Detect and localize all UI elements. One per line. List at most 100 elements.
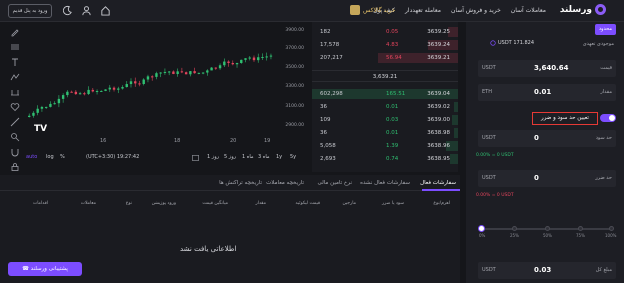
- candle-body: [91, 89, 95, 92]
- bid-row[interactable]: 109 0.03 3639.00: [312, 114, 458, 126]
- bid-row[interactable]: 36 0.01 3638.98: [312, 127, 458, 139]
- scale-auto-button[interactable]: auto: [26, 154, 37, 160]
- tab-inactive-orders[interactable]: سفارشات فعال نشده: [360, 180, 410, 186]
- candle-body: [125, 84, 128, 88]
- nav-link-easy-buy-sell[interactable]: خرید و فروش آسان: [451, 7, 501, 14]
- candle-body: [112, 87, 116, 90]
- range-3m-button[interactable]: 3 ماه: [258, 154, 270, 160]
- time-axis: 16 18 20 19: [24, 138, 304, 146]
- time-tick: 18: [174, 138, 181, 144]
- old-panel-login-button[interactable]: ورود به پنل قدیم: [8, 4, 52, 18]
- candle-body: [83, 93, 86, 95]
- chart-drawing-toolbar: [6, 22, 24, 172]
- candle-body: [57, 98, 61, 104]
- bid-amount: 109: [320, 117, 331, 123]
- tab-open-orders[interactable]: سفارشات فعال: [420, 180, 456, 186]
- calendar-icon[interactable]: [192, 154, 199, 161]
- price-tick: 3300.00: [285, 84, 304, 89]
- pattern-icon[interactable]: [10, 72, 20, 82]
- user-icon[interactable]: [81, 5, 92, 16]
- price-field[interactable]: USDT 3,640.64 قیمت: [478, 60, 616, 77]
- slider-label: 75%: [576, 233, 585, 238]
- buy-galax-link[interactable]: خرید گالاکس: [350, 5, 395, 15]
- measure-icon[interactable]: [10, 87, 20, 97]
- ask-row[interactable]: 207,217 56.94 3639.21: [312, 52, 458, 64]
- bid-amount: 2,693: [320, 156, 336, 162]
- range-5y-button[interactable]: 5y: [290, 154, 296, 160]
- bid-row[interactable]: 36 0.01 3639.02: [312, 101, 458, 113]
- candle-body: [248, 57, 251, 59]
- bid-row[interactable]: 2,693 0.74 3638.95: [312, 153, 458, 165]
- candle-body: [146, 76, 150, 80]
- bid-price: 3639.02: [427, 104, 450, 110]
- bid-row[interactable]: 5,058 1.39 3638.96: [312, 140, 458, 152]
- slider-step[interactable]: [578, 226, 583, 231]
- candle-body: [180, 71, 184, 73]
- ask-row[interactable]: 182 0.05 3639.25: [312, 26, 458, 38]
- brand-mark-icon: [595, 4, 606, 15]
- tab-funding-rate[interactable]: نرخ تامین مالی: [318, 180, 353, 186]
- price-chart[interactable]: TV: [24, 22, 306, 150]
- tp-sl-label: تعیین حد سود و ضرر: [532, 112, 598, 125]
- price-tick: 2900.00: [285, 123, 304, 128]
- pencil-icon[interactable]: [10, 27, 20, 37]
- moon-icon[interactable]: [62, 5, 73, 16]
- slider-knob[interactable]: [478, 225, 485, 232]
- slider-step[interactable]: [512, 226, 517, 231]
- bid-price: 3639.04: [427, 91, 450, 97]
- bid-amount: 36: [320, 130, 327, 136]
- ruler-icon[interactable]: [10, 117, 20, 127]
- brand-logo[interactable]: ورسلند: [560, 4, 606, 15]
- scale-percent-button[interactable]: %: [60, 154, 65, 160]
- balance-label: موجودی تعهدی: [582, 41, 614, 47]
- zoom-icon[interactable]: [10, 132, 20, 142]
- bid-total: 1.39: [386, 143, 399, 149]
- range-1m-button[interactable]: 1 ماه: [242, 154, 254, 160]
- home-icon[interactable]: [100, 5, 111, 16]
- heart-icon[interactable]: [10, 102, 20, 112]
- candle-body: [70, 91, 73, 93]
- tp-sl-toggle[interactable]: [600, 114, 616, 122]
- bid-total: 0.01: [386, 130, 399, 136]
- amount-field[interactable]: ETH 0.01 مقدار: [478, 84, 616, 101]
- candle-body: [32, 112, 35, 116]
- slider-step[interactable]: [545, 226, 550, 231]
- fib-icon[interactable]: [10, 42, 20, 52]
- nav-link-futures[interactable]: معامله تعهددار: [405, 7, 441, 14]
- bid-row[interactable]: 602,298 165.51 3639.04: [312, 88, 458, 100]
- candle-body: [167, 71, 171, 73]
- text-icon[interactable]: [10, 57, 20, 67]
- lock-icon[interactable]: [10, 162, 20, 172]
- nav-link-easy-trade[interactable]: معاملات آسان: [511, 7, 546, 14]
- price-tick: 3100.00: [285, 104, 304, 109]
- slider-label: 25%: [510, 233, 519, 238]
- candle-body: [265, 56, 268, 58]
- candle-body: [206, 70, 209, 73]
- stop-loss-field[interactable]: USDT 0 حد ضرر: [478, 170, 616, 187]
- candle-body: [142, 79, 145, 84]
- ask-row[interactable]: 17,578 4.83 3639.24: [312, 39, 458, 51]
- tab-limit[interactable]: محدود: [594, 24, 616, 35]
- range-1y-button[interactable]: 1y: [276, 154, 282, 160]
- bid-amount: 5,058: [320, 143, 336, 149]
- support-button[interactable]: ☎ پشتیبانی ورسلند: [8, 262, 82, 276]
- column-header: مقدار: [255, 201, 266, 206]
- bid-price: 3638.95: [427, 156, 450, 162]
- refresh-icon[interactable]: [490, 40, 496, 46]
- slider-label: 0%: [479, 233, 486, 238]
- mid-price: 3,639.21: [312, 70, 458, 82]
- price-tick: 3500.00: [285, 65, 304, 70]
- total-field[interactable]: USDT 0.03 مبلغ کل: [478, 262, 616, 279]
- scale-log-button[interactable]: log: [46, 154, 54, 160]
- take-profit-field[interactable]: USDT 0 حد سود: [478, 130, 616, 147]
- headset-icon: ☎: [22, 266, 31, 272]
- range-5d-button[interactable]: 5 روز: [224, 154, 236, 160]
- trade-panel: محدود موجودی تعهدی USDT 171.824 USDT 3,6…: [466, 22, 624, 283]
- slider-step[interactable]: [609, 226, 614, 231]
- tab-trade-history[interactable]: تاریخچه معاملات: [266, 180, 304, 186]
- tab-transaction-history[interactable]: تاریخچه تراکنش ها: [219, 180, 262, 186]
- range-1d-button[interactable]: روز 1: [207, 154, 219, 160]
- column-header: اقدامات: [32, 201, 48, 206]
- price-tick: 3700.00: [285, 46, 304, 51]
- magnet-icon[interactable]: [10, 147, 20, 157]
